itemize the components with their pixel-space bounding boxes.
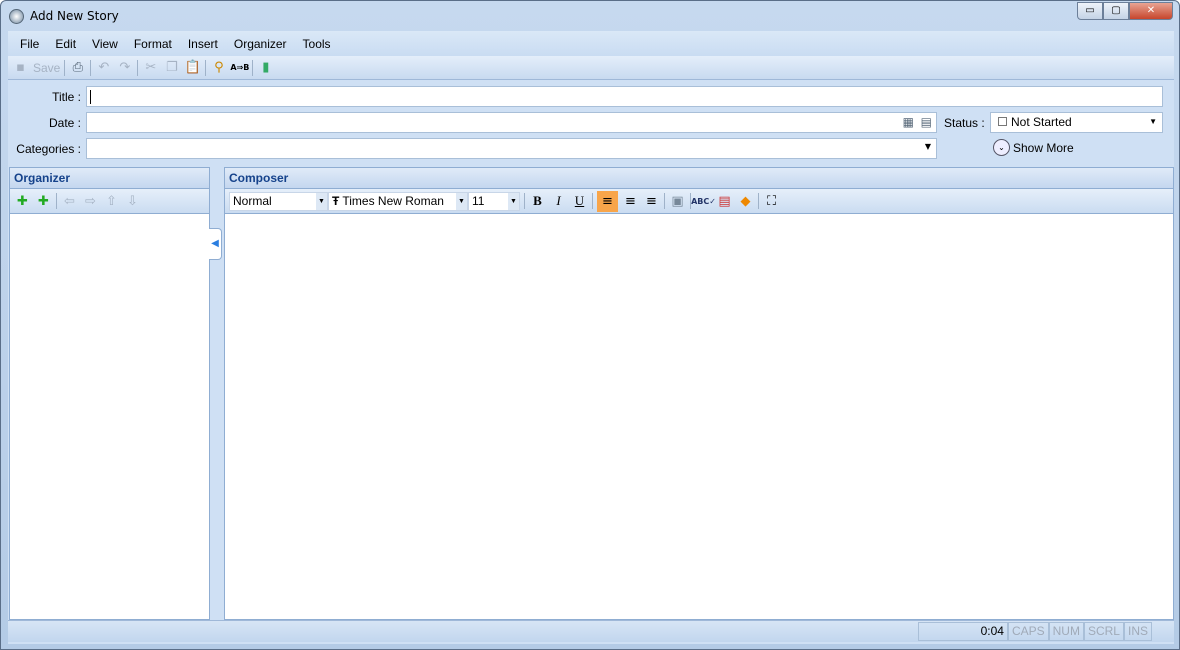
composer-toolbar: Normal ▼ Ŧ Times New Roman ▼ 11 ▼ B I U ≡ ≡ … [224,189,1174,214]
save-icon: ▪ [16,60,25,75]
underline-icon[interactable]: U [571,193,588,210]
maximize-button[interactable]: ▢ [1103,2,1129,20]
arrow-left-icon[interactable]: ⇦ [61,193,78,210]
minimize-button[interactable]: ▭ [1077,2,1103,20]
menu-view[interactable]: View [84,37,126,51]
story-form: Title : Date : ▦ ▤ Categories : ▼ Status… [8,83,1174,167]
date-label: Date : [48,116,81,130]
find-icon[interactable]: ⚲ [210,59,227,76]
title-label: Title : [52,90,81,104]
bold-icon[interactable]: B [529,193,546,210]
dictionary-icon[interactable]: ◆ [737,193,754,210]
date-input[interactable]: ▦ ▤ [86,112,937,133]
save-button[interactable]: Save [33,61,60,75]
cut-icon[interactable]: ✂ [142,59,159,76]
italic-icon[interactable]: I [550,193,567,210]
arrow-down-icon[interactable]: ⇩ [124,193,141,210]
num-indicator: NUM [1048,622,1084,641]
chevron-down-icon: ▼ [924,142,931,151]
status-dropdown[interactable]: Not Started ▼ [990,112,1163,133]
menu-organizer[interactable]: Organizer [226,37,295,51]
spellcheck-icon[interactable]: ABC✓ [691,193,716,210]
paragraph-style-dropdown[interactable]: Normal ▼ [229,191,328,211]
show-more-button[interactable]: ⌄ Show More [993,139,1074,156]
fullscreen-icon[interactable]: ⛶ [763,193,780,210]
word-count-icon[interactable]: ▤ [716,193,733,210]
calculator-icon[interactable]: ▤ [921,115,932,129]
close-button[interactable]: ✕ [1129,2,1173,20]
organizer-toolbar: ✚ ✚ ⇦ ⇨ ⇧ ⇩ [9,189,210,214]
chevron-down-icon: ▼ [1149,117,1157,126]
show-more-label: Show More [1013,140,1074,155]
menu-tools[interactable]: Tools [295,37,339,51]
title-bar: Add New Story ▭ ▢ ✕ [1,1,1179,31]
scrl-indicator: SCRL [1083,622,1124,641]
font-value: Times New Roman [342,194,444,208]
print-icon[interactable]: ⎙ [69,59,86,76]
menu-format[interactable]: Format [126,37,180,51]
font-size-dropdown[interactable]: 11 ▼ [468,191,520,211]
composer-editor[interactable] [224,214,1174,620]
status-value: Not Started [1011,115,1072,129]
menu-bar: File Edit View Format Insert Organizer T… [8,31,1174,56]
size-value: 11 [472,194,485,208]
menu-insert[interactable]: Insert [180,37,226,51]
menu-edit[interactable]: Edit [47,37,84,51]
expand-circle-icon: ⌄ [993,139,1010,156]
font-family-dropdown[interactable]: Ŧ Times New Roman ▼ [328,191,468,211]
ins-indicator: INS [1123,622,1152,641]
collapse-organizer-button[interactable]: ◀ [209,228,222,260]
elapsed-time: 0:04 [917,622,1008,641]
replace-icon[interactable]: A⇒B [230,59,249,76]
exit-door-icon[interactable]: ▮ [257,59,274,76]
main-toolbar: ▪ Save ⎙ ↶ ↷ ✂ ❐ 📋 ⚲ A⇒B ▮ [8,56,1174,80]
copy-icon[interactable]: ❐ [163,59,180,76]
redo-icon[interactable]: ↷ [116,59,133,76]
align-left-icon[interactable]: ≡ [597,190,618,212]
status-label: Status : [944,116,985,130]
arrow-right-icon[interactable]: ⇨ [82,193,99,210]
add-child-icon[interactable]: ✚ [35,193,52,210]
window: Add New Story ▭ ▢ ✕ File Edit View Forma… [0,0,1180,650]
composer-header: Composer [224,167,1174,189]
insert-image-icon[interactable]: ▣ [669,193,686,210]
font-icon: Ŧ [332,194,340,208]
calendar-icon[interactable]: ▦ [903,115,914,129]
app-icon [9,8,24,24]
checkbox-icon [998,117,1007,126]
add-item-icon[interactable]: ✚ [14,193,31,210]
status-bar: 0:04 CAPS NUM SCRL INS [8,620,1174,642]
main-area: File Edit View Format Insert Organizer T… [8,31,1174,644]
caps-indicator: CAPS [1007,622,1049,641]
paste-icon[interactable]: 📋 [184,59,201,76]
organizer-tree[interactable] [9,214,210,620]
menu-file[interactable]: File [12,37,47,51]
categories-dropdown[interactable]: ▼ [86,138,937,159]
window-title: Add New Story [30,9,119,23]
style-value: Normal [233,194,272,208]
undo-icon[interactable]: ↶ [95,59,112,76]
organizer-header: Organizer [9,167,210,189]
title-input[interactable] [86,86,1163,107]
align-right-icon[interactable]: ≡ [643,193,660,210]
categories-label: Categories : [16,142,81,156]
arrow-up-icon[interactable]: ⇧ [103,193,120,210]
align-center-icon[interactable]: ≡ [622,193,639,210]
